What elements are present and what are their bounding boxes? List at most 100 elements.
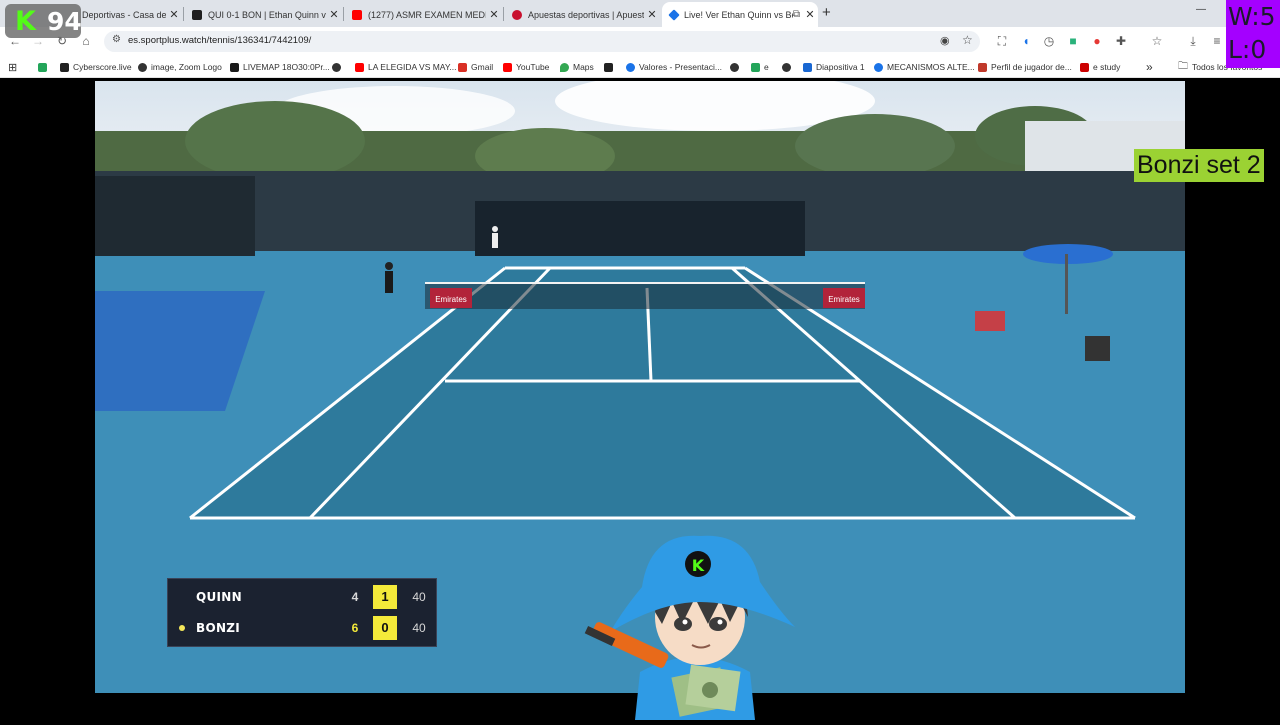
bookmark-icon	[803, 62, 812, 72]
minimize-button[interactable]: —	[1196, 4, 1206, 15]
bookmark-0-icon	[38, 62, 47, 72]
menu-icon[interactable]: ≡	[1209, 33, 1225, 49]
bookmark-e[interactable]: e	[751, 60, 769, 74]
bookmark-zoom-logo[interactable]: image, Zoom Logo	[138, 60, 222, 74]
url-text: es.sportplus.watch/tennis/136341/7442109…	[128, 35, 312, 46]
tab-2-close-icon[interactable]: ✕	[326, 8, 342, 21]
bookmark-9[interactable]	[604, 60, 617, 74]
bookmark-icon	[978, 62, 987, 72]
bookmark-label: YouTube	[516, 62, 550, 72]
address-bar[interactable]: ⚙ es.sportplus.watch/tennis/136341/74421…	[104, 31, 980, 52]
extension-green-icon[interactable]: ■	[1065, 33, 1081, 49]
set2-score: 0	[373, 616, 397, 640]
youtube-icon	[355, 62, 364, 72]
browser-toolbar: ← → ↻ ⌂ ⚙ es.sportplus.watch/tennis/1363…	[0, 27, 1280, 57]
game-points: 40	[412, 621, 426, 635]
maps-pin-icon	[560, 62, 569, 72]
set1-score: 6	[351, 621, 359, 635]
tab-5-close-icon[interactable]: ✕	[802, 8, 818, 21]
avatar-illustration: K	[584, 535, 795, 720]
tab-1-close-icon[interactable]: ✕	[166, 8, 182, 21]
youtube-icon	[1080, 62, 1089, 72]
serve-indicator-icon	[179, 625, 185, 631]
star-icon[interactable]: ☆	[962, 33, 973, 47]
bookmark-mecanismos[interactable]: MECANISMOS ALTE...	[874, 60, 975, 74]
hat-logo-icon: K	[692, 556, 705, 575]
bookmark-label: Valores - Presentaci...	[639, 62, 722, 72]
audio-icon[interactable]: ◖	[1018, 33, 1034, 49]
bookmark-valores[interactable]: Valores - Presentaci...	[626, 60, 722, 74]
losses-count: L:0	[1228, 35, 1267, 64]
tab-3[interactable]: (1277) ASMR EXAMEN MEDICO ✕	[344, 2, 502, 27]
tab-1-title: Deportivas - Casa de	[82, 9, 166, 20]
bookmarks-overflow-button[interactable]: »	[1146, 60, 1153, 74]
kick-viewer-badge: K 94	[5, 4, 82, 38]
bookmark-label: LIVEMAP 18O30:0Pr...	[243, 62, 330, 72]
gmail-icon	[458, 62, 467, 72]
bookmark-icon	[626, 62, 635, 72]
tab-4-close-icon[interactable]: ✕	[644, 8, 660, 21]
youtube-icon	[503, 62, 512, 72]
set1-score: 4	[351, 590, 359, 604]
folder-icon: 🗀	[1178, 60, 1188, 72]
bookmark-la-elegida[interactable]: LA ELEGIDA VS MAY...	[355, 60, 457, 74]
bookmark-livemap[interactable]: LIVEMAP 18O30:0Pr...	[230, 60, 330, 74]
bookmark-diapositiva[interactable]: Diapositiva 1	[803, 60, 865, 74]
bookmark-icon	[751, 62, 760, 72]
player-name: QUINN	[196, 590, 242, 604]
bookmark-maps[interactable]: Maps	[560, 60, 594, 74]
court-banner-left-text: Emirates	[435, 295, 467, 304]
bookmark-e-study[interactable]: e study	[1080, 60, 1120, 74]
tab-5-media-icon[interactable]: ⧉	[793, 9, 800, 20]
bookmarks-bar: ⊞ Cyberscore.live image, Zoom Logo LIVEM…	[0, 57, 1280, 78]
viewer-count: 94	[47, 7, 82, 36]
extension-clock-icon[interactable]: ◷	[1041, 33, 1057, 49]
bookmark-icon	[230, 62, 239, 72]
bookmark-cyberscore[interactable]: Cyberscore.live	[60, 60, 132, 74]
tab-2-favicon-icon	[192, 9, 202, 20]
tab-5-title: Live! Ver Ethan Quinn vs Be	[684, 9, 793, 20]
download-icon[interactable]: ⤓	[1185, 33, 1201, 49]
kick-logo-icon: K	[15, 6, 36, 37]
extensions-puzzle-icon[interactable]: ✚	[1113, 33, 1129, 49]
bookmark-label: e	[764, 62, 769, 72]
bookmark-label: LA ELEGIDA VS MAY...	[368, 62, 457, 72]
bookmark-11[interactable]	[730, 60, 743, 74]
screenshot-icon[interactable]: ⛶	[994, 33, 1010, 49]
bookmark-label: e study	[1093, 62, 1121, 72]
bookmark-label: Gmail	[471, 62, 494, 72]
bookmark-youtube[interactable]: YouTube	[503, 60, 549, 74]
tab-3-close-icon[interactable]: ✕	[486, 8, 502, 21]
bookmark-icon	[60, 62, 69, 72]
tab-2-title: QUI 0-1 BON | Ethan Quinn vs B	[208, 9, 326, 20]
bookmark-perfil[interactable]: Perfil de jugador de...	[978, 60, 1072, 74]
streamer-avatar: K	[580, 532, 810, 725]
tab-2[interactable]: QUI 0-1 BON | Ethan Quinn vs B ✕	[184, 2, 342, 27]
bookmark-label: Maps	[573, 62, 594, 72]
scoreboard: QUINN 4 1 40 BONZI 6 0 40	[167, 578, 437, 647]
tab-4[interactable]: Apuestas deportivas | Apuestas ✕	[504, 2, 660, 27]
site-settings-icon[interactable]: ⚙	[112, 34, 121, 45]
eye-off-icon[interactable]: ◉	[940, 34, 950, 47]
bookmark-0[interactable]	[38, 60, 51, 74]
set2-score: 1	[373, 585, 397, 609]
new-tab-button[interactable]: +	[822, 4, 831, 21]
globe-icon	[730, 62, 739, 72]
bookmark-globe[interactable]	[332, 60, 345, 74]
bookmark-gmail[interactable]: Gmail	[458, 60, 493, 74]
bookmark-label: image, Zoom Logo	[151, 62, 222, 72]
tab-5-favicon-icon	[668, 8, 680, 21]
globe-icon	[332, 62, 341, 72]
extension-red-icon[interactable]: ●	[1089, 33, 1105, 49]
bookmark-icon	[604, 62, 613, 72]
bookmark-13[interactable]	[782, 60, 795, 74]
prediction-label: Bonzi set 2	[1134, 149, 1264, 182]
bookmark-label: Perfil de jugador de...	[991, 62, 1072, 72]
tab-1[interactable]: Deportivas - Casa de ✕	[74, 2, 182, 27]
tab-4-title: Apuestas deportivas | Apuestas	[528, 9, 644, 20]
bookmark-star-icon[interactable]: ☆	[1149, 33, 1165, 49]
apps-grid-icon[interactable]: ⊞	[8, 60, 17, 74]
tab-5-active[interactable]: Live! Ver Ethan Quinn vs Be ⧉ ✕	[662, 2, 818, 27]
bookmark-label: Diapositiva 1	[816, 62, 865, 72]
game-points: 40	[412, 590, 426, 604]
